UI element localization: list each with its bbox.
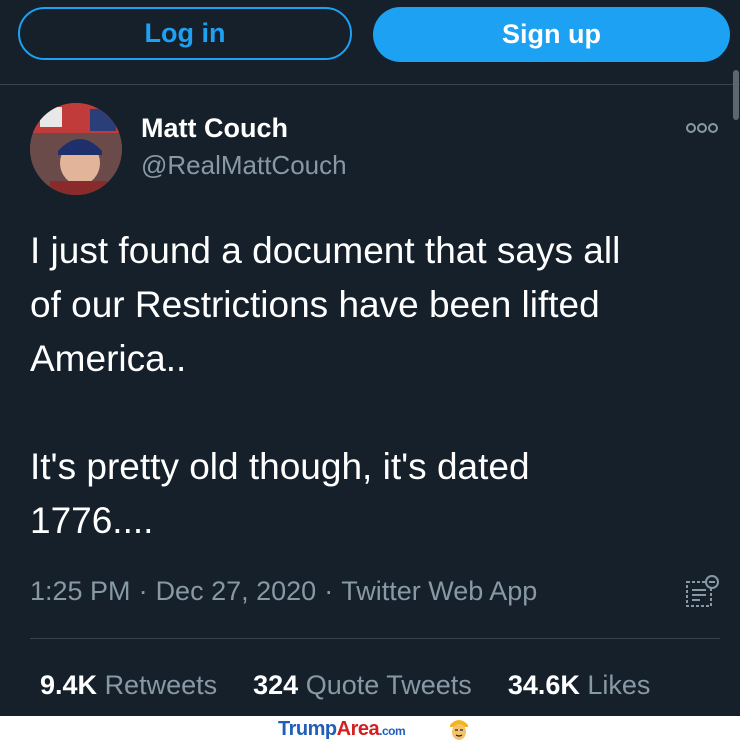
retweets-stat[interactable]: 9.4K Retweets <box>40 670 217 701</box>
quotes-count: 324 <box>253 670 299 700</box>
tweet-analytics-icon[interactable] <box>684 574 720 610</box>
author-avatar[interactable] <box>30 103 122 195</box>
tweet-text: I just found a document that says all of… <box>30 230 621 541</box>
tweet-stats: 9.4K Retweets 324 Quote Tweets 34.6K Lik… <box>40 670 686 701</box>
retweets-count: 9.4K <box>40 670 98 700</box>
signup-button[interactable]: Sign up <box>373 7 730 62</box>
likes-stat[interactable]: 34.6K Likes <box>508 670 651 701</box>
top-bar: Log in Sign up <box>0 0 740 85</box>
watermark-suffix: .com <box>379 724 406 738</box>
tweet-source[interactable]: Twitter Web App <box>341 576 537 606</box>
quote-tweets-stat[interactable]: 324 Quote Tweets <box>253 670 472 701</box>
tweet-date[interactable]: Dec 27, 2020 <box>156 576 317 606</box>
tweet-meta: 1:25 PM · Dec 27, 2020 · Twitter Web App <box>30 576 537 607</box>
author-name[interactable]: Matt Couch <box>141 113 288 144</box>
watermark-brand-part2: Area <box>336 718 380 740</box>
login-button[interactable]: Log in <box>18 7 352 60</box>
tweet-time[interactable]: 1:25 PM <box>30 576 131 606</box>
avatar-photo <box>30 103 122 195</box>
watermark-brand-part1: Trump <box>278 718 337 740</box>
likes-label: Likes <box>587 670 651 700</box>
watermark-logo-icon <box>450 720 468 740</box>
author-handle[interactable]: @RealMattCouch <box>141 150 347 181</box>
meta-separator: · <box>324 576 334 606</box>
meta-separator: · <box>138 576 148 606</box>
watermark-bar: TrumpArea.com <box>0 716 740 742</box>
quotes-label: Quote Tweets <box>305 670 472 700</box>
likes-count: 34.6K <box>507 670 580 700</box>
watermark-text: TrumpArea.com <box>278 718 406 741</box>
scrollbar-thumb[interactable] <box>733 70 739 120</box>
retweets-label: Retweets <box>104 670 218 700</box>
more-options-icon[interactable] <box>686 122 718 134</box>
stats-divider <box>30 638 720 639</box>
